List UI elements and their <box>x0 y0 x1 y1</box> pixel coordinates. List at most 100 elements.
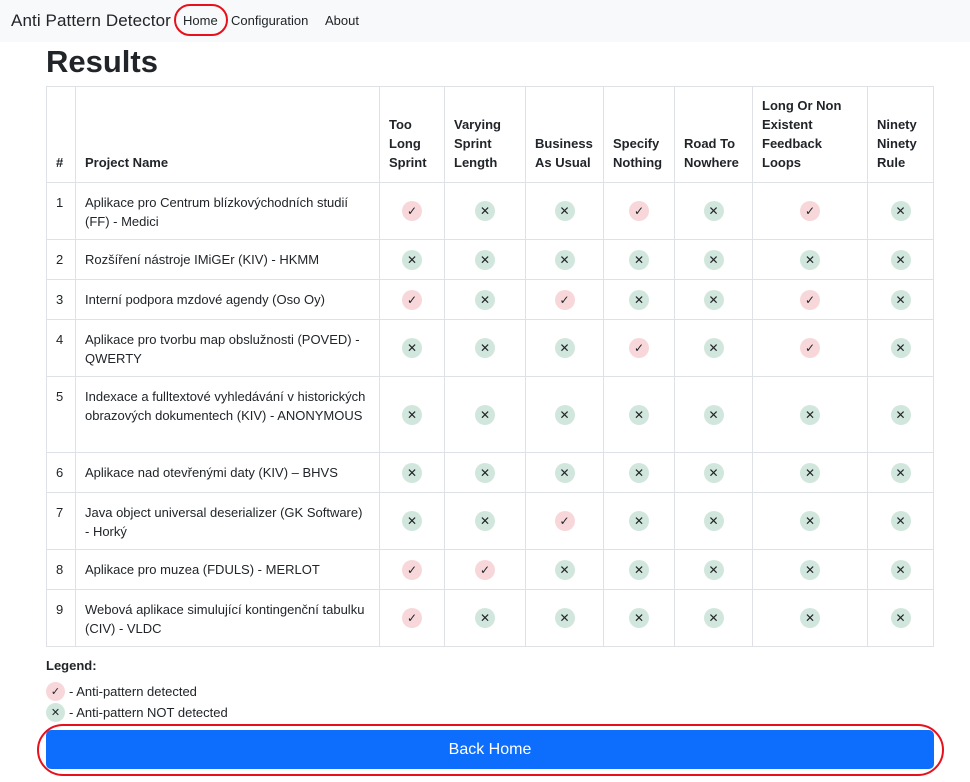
x-mark-icon: ✕ <box>402 511 422 531</box>
page-title: Results <box>46 44 158 79</box>
x-mark-icon: ✕ <box>890 201 911 221</box>
x-mark-icon: ✕ <box>554 201 575 221</box>
result-cell: ✕ <box>674 319 753 377</box>
result-cell: ✕ <box>603 239 675 280</box>
x-mark-icon: ✕ <box>475 249 495 270</box>
check-mark-icon: ✓ <box>629 338 649 358</box>
nav-link-configuration[interactable]: Configuration <box>231 13 308 28</box>
project-name: Webová aplikace simulující kontingenční … <box>75 589 380 647</box>
x-mark-icon: ✕ <box>703 249 724 270</box>
table-row: 1 Aplikace pro Centrum blízkovýchodních s… <box>46 182 934 240</box>
x-mark-icon: ✕ <box>800 559 820 580</box>
table-row: 4 Aplikace pro tvorbu map obslužnosti (PO… <box>46 319 934 377</box>
legend-label-not-detected: - Anti-pattern NOT detected <box>69 705 228 720</box>
result-cell: ✕ <box>867 182 934 240</box>
result-cell: ✕ <box>674 492 753 550</box>
home-highlight-ring <box>174 4 228 36</box>
table-row: 5 Indexace a fulltextové vyhledávání v hi… <box>46 376 934 453</box>
result-cell: ✕ <box>525 452 604 493</box>
x-mark-icon: ✕ <box>554 249 575 270</box>
check-mark-icon: ✓ <box>475 559 495 580</box>
result-cell: ✕ <box>867 589 934 647</box>
back-home-button[interactable]: Back Home <box>46 730 934 769</box>
result-cell: ✕ <box>525 319 604 377</box>
result-cell: ✓ <box>752 319 868 377</box>
result-cell: ✓ <box>603 182 675 240</box>
column-header-too-long-sprint: Too Long Sprint <box>379 86 445 183</box>
result-cell: ✕ <box>867 549 934 590</box>
result-cell: ✕ <box>603 279 675 320</box>
project-name: Interní podpora mzdové agendy (Oso Oy) <box>75 279 380 320</box>
results-table: # Project Name Too Long Sprint Varying S… <box>46 86 934 647</box>
x-mark-icon: ✕ <box>629 511 649 531</box>
column-header-road-to-nowhere: Road To Nowhere <box>674 86 753 183</box>
x-mark-icon: ✕ <box>475 201 495 221</box>
column-header-varying-sprint-length: Varying Sprint Length <box>444 86 526 183</box>
project-name: Aplikace pro tvorbu map obslužnosti (POV… <box>75 319 380 377</box>
project-name: Indexace a fulltextové vyhledávání v his… <box>75 376 380 453</box>
column-header-project-name: Project Name <box>75 86 380 183</box>
result-cell: ✕ <box>752 452 868 493</box>
x-mark-icon: ✕ <box>890 608 911 628</box>
result-cell: ✕ <box>674 549 753 590</box>
result-cell: ✓ <box>525 279 604 320</box>
x-mark-icon: ✕ <box>475 462 495 483</box>
x-mark-icon: ✕ <box>890 249 911 270</box>
result-cell: ✕ <box>867 452 934 493</box>
check-mark-icon: ✓ <box>800 289 820 310</box>
x-mark-icon: ✕ <box>703 559 724 580</box>
result-cell: ✕ <box>444 182 526 240</box>
result-cell: ✕ <box>444 452 526 493</box>
result-cell: ✕ <box>752 492 868 550</box>
table-row: 7 Java object universal deserializer (GK … <box>46 492 934 550</box>
x-mark-icon: ✕ <box>703 462 724 483</box>
result-cell: ✕ <box>525 376 604 453</box>
result-cell: ✕ <box>444 279 526 320</box>
x-mark-icon: ✕ <box>629 608 649 628</box>
nav-link-about[interactable]: About <box>325 13 359 28</box>
x-mark-icon: ✕ <box>475 404 495 425</box>
result-cell: ✕ <box>603 376 675 453</box>
column-header-business-as-usual: Business As Usual <box>525 86 604 183</box>
result-cell: ✕ <box>674 376 753 453</box>
x-mark-icon: ✕ <box>800 404 820 425</box>
result-cell: ✕ <box>603 589 675 647</box>
check-mark-icon: ✓ <box>629 201 649 221</box>
result-cell: ✓ <box>525 492 604 550</box>
check-mark-icon: ✓ <box>402 201 422 221</box>
legend-row-detected: ✓ - Anti-pattern detected <box>46 681 228 702</box>
result-cell: ✓ <box>379 182 445 240</box>
x-mark-icon: ✕ <box>890 338 911 358</box>
project-name: Aplikace pro muzea (FDULS) - MERLOT <box>75 549 380 590</box>
navbar-brand[interactable]: Anti Pattern Detector <box>11 11 171 31</box>
check-mark-icon: ✓ <box>402 608 422 628</box>
x-mark-icon: ✕ <box>890 462 911 483</box>
row-number: 7 <box>46 492 76 550</box>
result-cell: ✕ <box>379 376 445 453</box>
project-name: Java object universal deserializer (GK S… <box>75 492 380 550</box>
result-cell: ✕ <box>444 319 526 377</box>
result-cell: ✕ <box>525 182 604 240</box>
result-cell: ✕ <box>752 549 868 590</box>
result-cell: ✓ <box>752 279 868 320</box>
result-cell: ✓ <box>603 319 675 377</box>
x-mark-icon: ✕ <box>800 511 820 531</box>
check-mark-icon: ✓ <box>554 511 575 531</box>
x-mark-icon: ✕ <box>703 201 724 221</box>
x-mark-icon: ✕ <box>800 608 820 628</box>
x-mark-icon: ✕ <box>475 511 495 531</box>
result-cell: ✕ <box>379 492 445 550</box>
x-mark-icon: ✕ <box>554 404 575 425</box>
result-cell: ✕ <box>444 589 526 647</box>
row-number: 1 <box>46 182 76 240</box>
x-mark-icon: ✕ <box>402 462 422 483</box>
result-cell: ✓ <box>444 549 526 590</box>
x-mark-icon: ✕ <box>402 404 422 425</box>
check-mark-icon: ✓ <box>800 201 820 221</box>
table-row: 3 Interní podpora mzdové agendy (Oso Oy) ✓… <box>46 279 934 320</box>
result-cell: ✕ <box>752 376 868 453</box>
x-mark-icon: ✕ <box>703 511 724 531</box>
result-cell: ✕ <box>867 376 934 453</box>
x-mark-icon: ✕ <box>46 703 65 722</box>
result-cell: ✕ <box>867 319 934 377</box>
